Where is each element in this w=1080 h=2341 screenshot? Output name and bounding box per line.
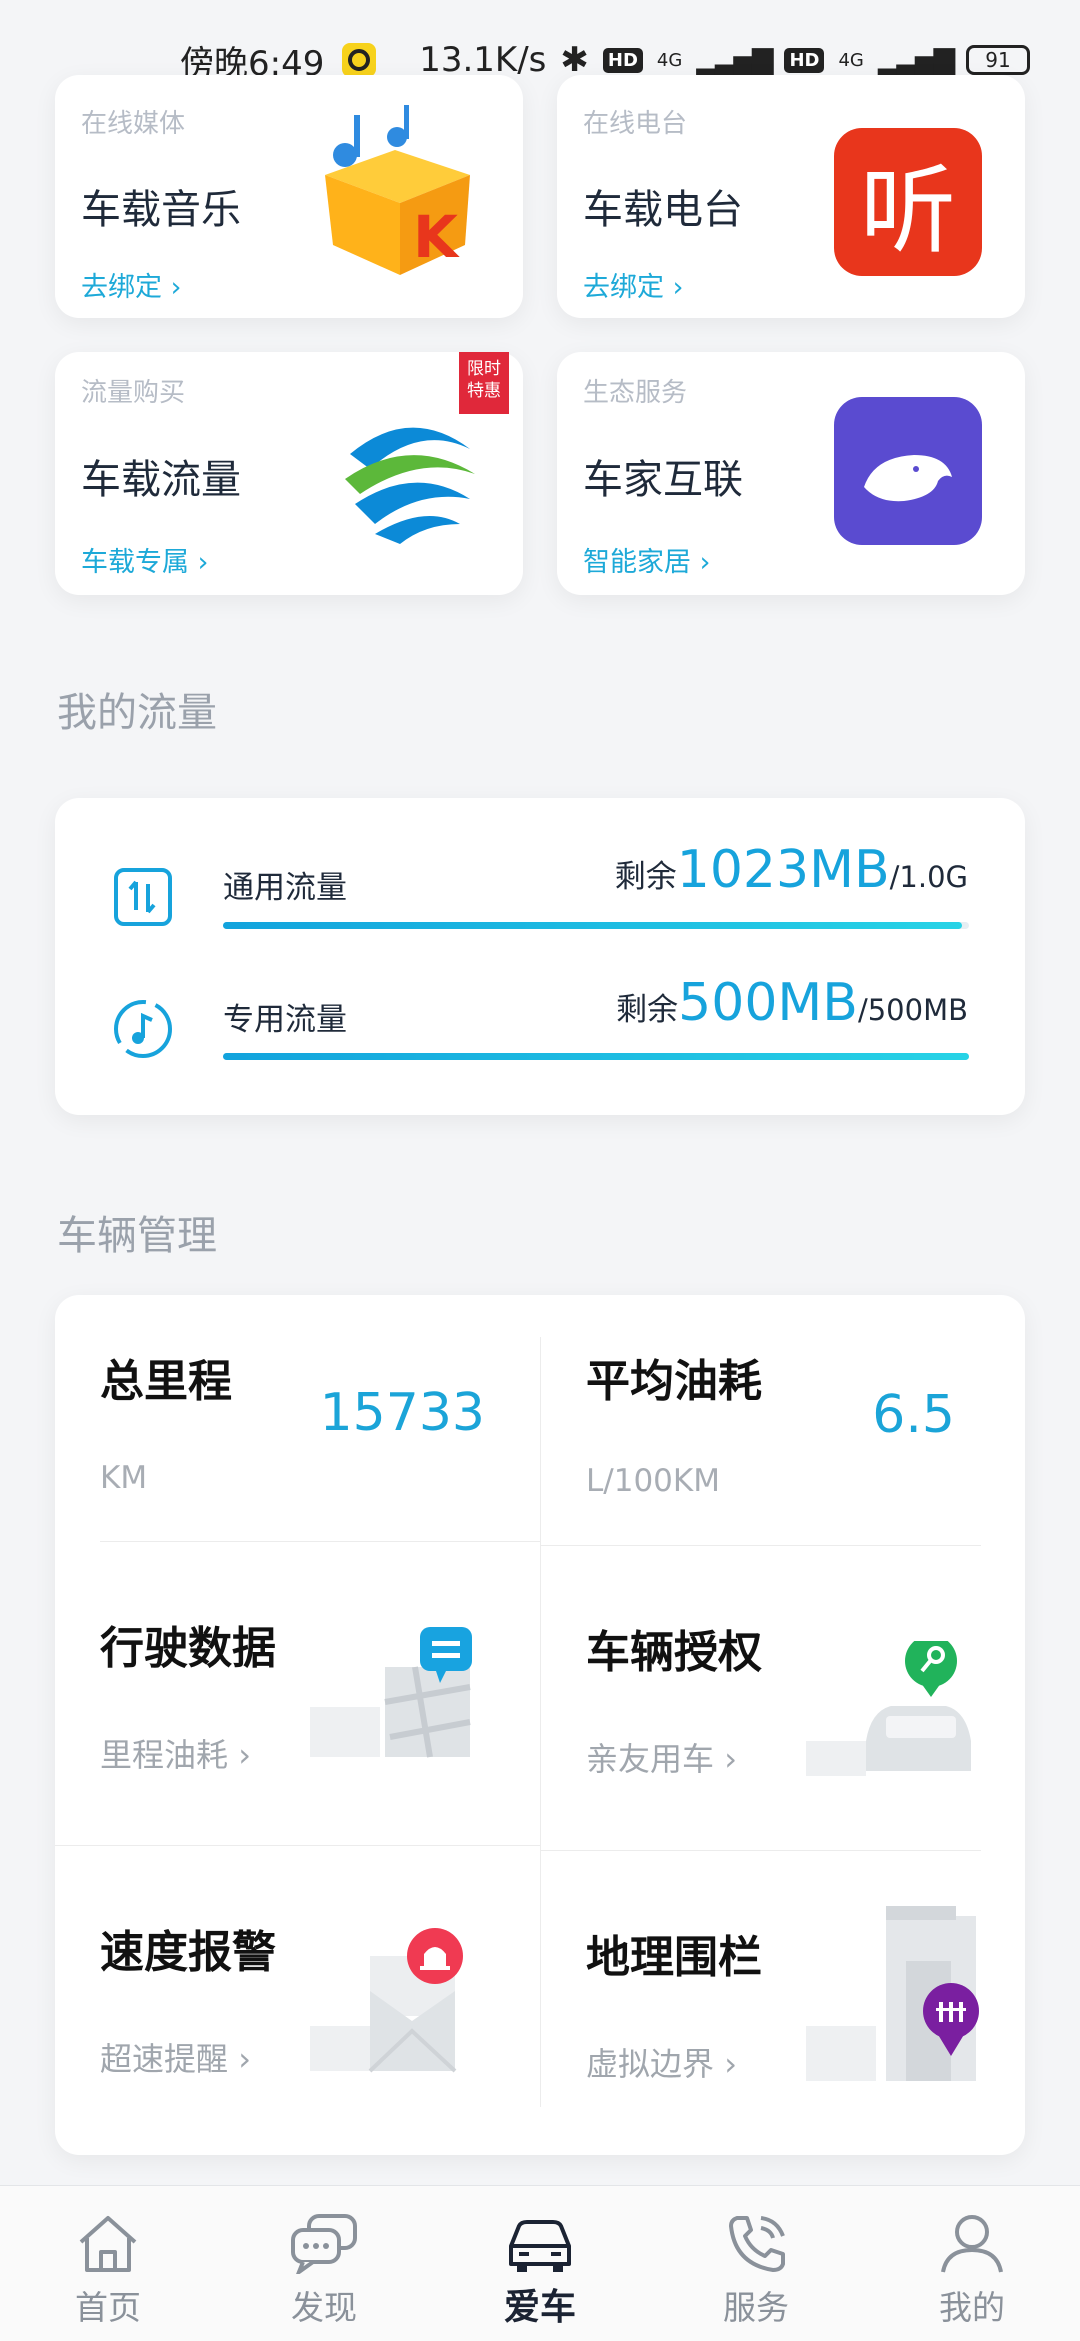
flow-progress-bar: [223, 1053, 969, 1060]
ting-radio-logo: 听: [834, 128, 982, 276]
service-link[interactable]: 车载专属 ›: [81, 540, 208, 579]
service-subtitle: 生态服务: [583, 378, 688, 408]
tile-link[interactable]: 亲友用车 ›: [586, 1734, 737, 1780]
flow-progress-fill: [223, 1053, 969, 1060]
svg-text:K: K: [413, 203, 460, 271]
nav-label: 首页: [75, 2288, 141, 2327]
service-link[interactable]: 去绑定 ›: [81, 265, 181, 304]
flow-remaining-value: 500MB: [678, 973, 858, 1033]
flow-remaining: 剩余500MB/500MB: [616, 973, 968, 1033]
service-title: 车载音乐: [81, 187, 241, 233]
tile-speed-alarm[interactable]: 速度报警 超速提醒 ›: [55, 1846, 540, 2155]
flow-remaining-prefix: 剩余: [614, 859, 677, 895]
tile-title: 行驶数据: [100, 1623, 276, 1674]
flow-label: 通用流量: [223, 870, 347, 906]
service-card-radio[interactable]: 在线电台 车载电台 去绑定 › 听: [557, 75, 1025, 318]
service-link[interactable]: 去绑定 ›: [583, 265, 683, 304]
nav-label: 服务: [723, 2288, 789, 2327]
service-card-flow[interactable]: 流量购买 车载流量 车载专属 › 限时 特惠: [55, 352, 523, 595]
user-icon: [941, 2215, 1003, 2273]
music-note-icon: [114, 1000, 172, 1058]
network-type-2: 4G: [838, 49, 864, 71]
flow-total: /1.0G: [889, 860, 968, 894]
kugou-music-logo: K: [325, 105, 470, 275]
car-key-icon: [806, 1641, 971, 1776]
flow-total: /500MB: [857, 993, 968, 1027]
signal-icon-1: ▂▃▅▇: [696, 43, 773, 77]
nav-label: 我的: [939, 2288, 1005, 2327]
service-title: 车载流量: [81, 457, 241, 503]
nav-discover[interactable]: 发现: [216, 2186, 432, 2341]
section-title-flow: 我的流量: [57, 690, 217, 736]
total-mileage-unit: KM: [100, 1460, 148, 1496]
car-icon: [509, 2220, 571, 2272]
nav-home[interactable]: 首页: [0, 2186, 216, 2341]
service-subtitle: 在线媒体: [81, 109, 186, 139]
whale-app-logo: [834, 397, 982, 545]
flow-label: 专用流量: [223, 1002, 347, 1038]
hd-badge-2: HD: [784, 47, 825, 73]
service-link[interactable]: 智能家居 ›: [583, 540, 710, 579]
hd-badge-1: HD: [602, 47, 643, 73]
avg-fuel-unit: L/100KM: [586, 1463, 720, 1499]
network-type-1: 4G: [656, 49, 683, 71]
phone-icon: [729, 2216, 785, 2272]
map-chat-icon: [310, 1627, 472, 1758]
alarm-envelope-icon: [310, 1928, 463, 2073]
ting-logo-text: 听: [860, 154, 956, 267]
flow-remaining-value: 1023MB: [676, 840, 890, 900]
notification-dot-icon: [342, 43, 377, 77]
flow-progress-bar: [223, 922, 969, 929]
bluetooth-icon: ✱: [560, 40, 589, 80]
service-card-homelink[interactable]: 生态服务 车家互联 智能家居 ›: [557, 352, 1025, 595]
service-title: 车载电台: [583, 187, 743, 233]
service-subtitle: 流量购买: [81, 378, 186, 408]
nav-label: 发现: [291, 2288, 357, 2327]
nav-car[interactable]: 爱车: [432, 2186, 648, 2341]
total-mileage-title: 总里程: [100, 1356, 232, 1407]
avg-fuel-value: 6.5: [872, 1385, 955, 1445]
bottom-nav: 首页 发现 爱车 服务 我的: [0, 2185, 1080, 2341]
home-icon: [79, 2216, 137, 2272]
data-transfer-icon: [114, 868, 172, 926]
fence-pin-icon: [806, 1906, 979, 2081]
section-title-vehicle: 车辆管理: [57, 1213, 217, 1259]
flow-remaining: 剩余1023MB/1.0G: [615, 840, 968, 900]
tile-vehicle-authorization[interactable]: 车辆授权 亲友用车 ›: [541, 1546, 1025, 1850]
nav-service[interactable]: 服务: [648, 2186, 864, 2341]
chat-bubbles-icon: [291, 2214, 357, 2274]
signal-icon-2: ▂▃▅▇: [877, 43, 955, 77]
avg-fuel-title: 平均油耗: [586, 1356, 762, 1407]
tile-link[interactable]: 虚拟边界 ›: [586, 2039, 737, 2085]
nav-label: 爱车: [503, 2287, 576, 2328]
china-mobile-logo: [338, 402, 482, 546]
avg-fuel-cell[interactable]: 平均油耗 6.5 L/100KM: [541, 1295, 1025, 1545]
nav-mine[interactable]: 我的: [864, 2186, 1080, 2341]
tile-title: 速度报警: [100, 1927, 276, 1978]
service-subtitle: 在线电台: [583, 109, 688, 139]
battery-icon: 91: [966, 45, 1030, 75]
service-title: 车家互联: [583, 457, 743, 503]
tile-link[interactable]: 里程油耗 ›: [100, 1730, 251, 1776]
tile-link[interactable]: 超速提醒 ›: [100, 2034, 251, 2080]
total-mileage-cell[interactable]: 总里程 15733 KM: [55, 1295, 540, 1541]
vehicle-card: 总里程 15733 KM 平均油耗 6.5 L/100KM 行驶数据 里程油耗 …: [55, 1295, 1025, 2155]
flow-remaining-prefix: 剩余: [616, 992, 679, 1028]
promo-badge-line1: 限时: [467, 359, 501, 379]
net-speed: 13.1K/s: [419, 40, 547, 80]
tile-driving-data[interactable]: 行驶数据 里程油耗 ›: [55, 1542, 540, 1845]
tile-title: 地理围栏: [586, 1932, 762, 1983]
tile-geofence[interactable]: 地理围栏 虚拟边界 ›: [541, 1851, 1025, 2155]
tile-title: 车辆授权: [586, 1627, 762, 1678]
flow-progress-fill: [223, 922, 962, 929]
service-card-music[interactable]: 在线媒体 车载音乐 去绑定 › K: [55, 75, 523, 318]
total-mileage-value: 15733: [319, 1383, 485, 1443]
